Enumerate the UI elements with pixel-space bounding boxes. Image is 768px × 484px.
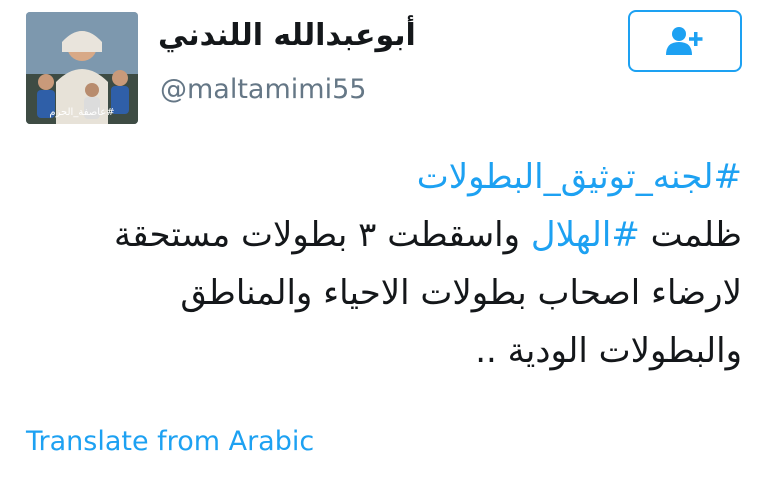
tweet-line-2: ظلمت #الهلال واسقطت ٣ بطولات مستحقة [26,206,742,264]
avatar-caption: #عاصفة_الحزم [49,107,115,118]
display-name[interactable]: أبوعبدالله اللندني [158,18,416,53]
tweet-text-segment: ظلمت [639,215,742,255]
tweet-text-segment: واسقطت ٣ بطولات مستحقة [114,215,531,255]
hashtag-link[interactable]: #لجنه_توثيق_البطولات [417,157,742,197]
translate-link[interactable]: Translate from Arabic [26,426,314,457]
tweet-line-1: #لجنه_توثيق_البطولات [26,148,742,206]
add-user-icon [666,27,703,55]
tweet-line-3: لارضاء اصحاب بطولات الاحياء والمناطق [180,273,742,313]
tweet-line-4: والبطولات الودية .. [475,331,742,371]
tweet-header: #عاصفة_الحزم أبوعبدالله اللندني @maltami… [0,0,768,140]
hashtag-link[interactable]: #الهلال [531,215,640,255]
tweet-text: #لجنه_توثيق_البطولات ظلمت #الهلال واسقطت… [26,148,742,380]
username[interactable]: @maltamimi55 [160,74,366,105]
follow-button[interactable] [628,10,742,72]
avatar[interactable]: #عاصفة_الحزم [26,12,138,124]
